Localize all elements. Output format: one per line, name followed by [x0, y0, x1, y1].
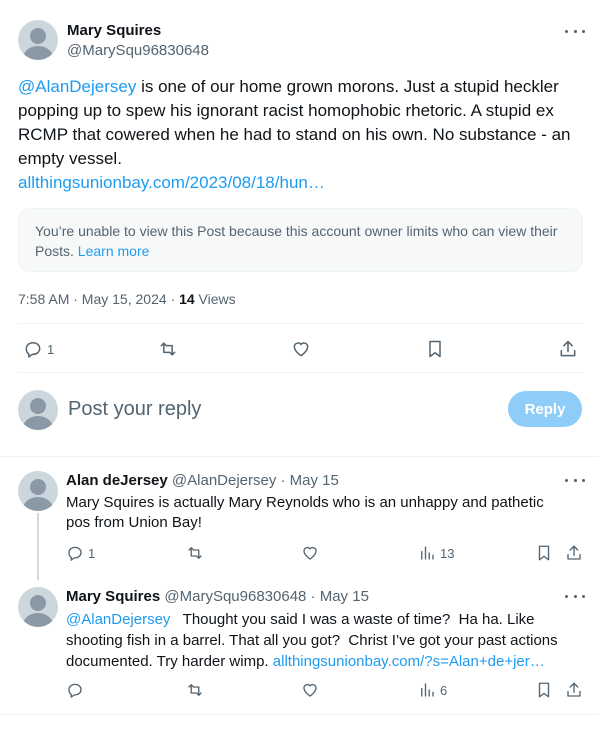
reply-count: 1 — [88, 545, 96, 561]
reply2-header: Mary Squires @MarySqu96830648 · May 15 — [66, 588, 369, 605]
bookmark-icon — [538, 545, 550, 561]
reply2-text: @AlanDejersey Thought you said I was a w… — [66, 609, 581, 672]
bookmark-button[interactable] — [425, 339, 445, 359]
main-tweet-avatar[interactable] — [18, 20, 58, 60]
like-button[interactable] — [290, 339, 312, 359]
main-tweet-author-name[interactable]: Mary Squires — [67, 22, 161, 39]
bookmark-icon — [429, 340, 441, 358]
main-tweet-text: @AlanDejersey is one of our home grown m… — [18, 75, 578, 195]
bookmark-button[interactable] — [535, 681, 553, 699]
main-tweet-meta: 7:58 AM · May 15, 2024 · 14 Views — [18, 291, 236, 307]
share-icon — [567, 682, 581, 697]
reply-submit-button[interactable]: Reply — [508, 391, 582, 427]
mention-link[interactable]: @AlanDejersey — [18, 77, 136, 96]
like-button[interactable] — [300, 544, 320, 562]
bookmark-icon — [538, 682, 550, 698]
composer-avatar — [18, 390, 58, 430]
views-count: 14 — [179, 291, 195, 307]
timestamp[interactable]: 7:58 AM · May 15, 2024 · — [18, 291, 179, 307]
share-icon — [567, 545, 581, 560]
reply2-author-handle[interactable]: @MarySqu96830648 — [164, 588, 306, 605]
retweet-icon — [188, 547, 202, 559]
reply1-date[interactable]: · May 15 — [276, 472, 339, 489]
retweet-button[interactable] — [185, 544, 205, 562]
retweet-button[interactable] — [157, 339, 179, 359]
views-count: 13 — [440, 545, 455, 561]
reply-input[interactable]: Post your reply — [68, 398, 201, 421]
reply-button[interactable]: 1 — [66, 544, 95, 562]
bookmark-button[interactable] — [535, 544, 553, 562]
reply1-header: Alan deJersey @AlanDejersey · May 15 — [66, 472, 339, 489]
reply-count: 1 — [47, 341, 55, 357]
reply-icon — [68, 546, 82, 561]
reply2-date[interactable]: · May 15 — [306, 588, 369, 605]
learn-more-link[interactable]: Learn more — [78, 243, 150, 259]
views-icon — [421, 683, 434, 697]
views-label: Views — [194, 291, 236, 307]
share-icon — [560, 340, 576, 357]
views-count: 6 — [440, 682, 448, 698]
reply2-author-name[interactable]: Mary Squires — [66, 588, 160, 605]
share-button[interactable] — [565, 544, 583, 562]
views-button[interactable]: 6 — [418, 681, 447, 699]
reply-button[interactable] — [66, 681, 84, 699]
share-button[interactable] — [558, 339, 578, 359]
like-button[interactable] — [300, 681, 320, 699]
reply1-author-handle[interactable]: @AlanDejersey — [172, 472, 276, 489]
reply1-avatar[interactable] — [18, 471, 58, 511]
more-icon[interactable] — [565, 26, 585, 36]
views-icon — [421, 546, 434, 560]
main-tweet-author-handle[interactable]: @MarySqu96830648 — [67, 42, 209, 59]
reply1-text: Mary Squires is actually Mary Reynolds w… — [66, 494, 544, 531]
reply2-avatar[interactable] — [18, 587, 58, 627]
like-icon — [303, 546, 317, 560]
external-link[interactable]: allthingsunionbay.com/2023/08/18/hun… — [18, 173, 325, 192]
external-link[interactable]: allthingsunionbay.com/?s=Alan+de+jer… — [273, 653, 545, 670]
like-icon — [293, 342, 309, 357]
more-icon[interactable] — [565, 591, 585, 601]
retweet-icon — [188, 684, 202, 696]
views-button[interactable]: 13 — [418, 544, 454, 562]
reply1-author-name[interactable]: Alan deJersey — [66, 472, 168, 489]
share-button[interactable] — [565, 681, 583, 699]
retweet-icon — [160, 342, 176, 356]
restricted-post-notice: You’re unable to view this Post because … — [18, 208, 583, 272]
like-icon — [303, 683, 317, 697]
retweet-button[interactable] — [185, 681, 205, 699]
reply-button[interactable]: 1 — [23, 339, 54, 359]
reply-icon — [68, 683, 82, 698]
reply-icon — [25, 342, 41, 358]
thread-line — [37, 513, 39, 580]
more-icon[interactable] — [565, 475, 585, 485]
mention-link[interactable]: @AlanDejersey — [66, 611, 170, 628]
